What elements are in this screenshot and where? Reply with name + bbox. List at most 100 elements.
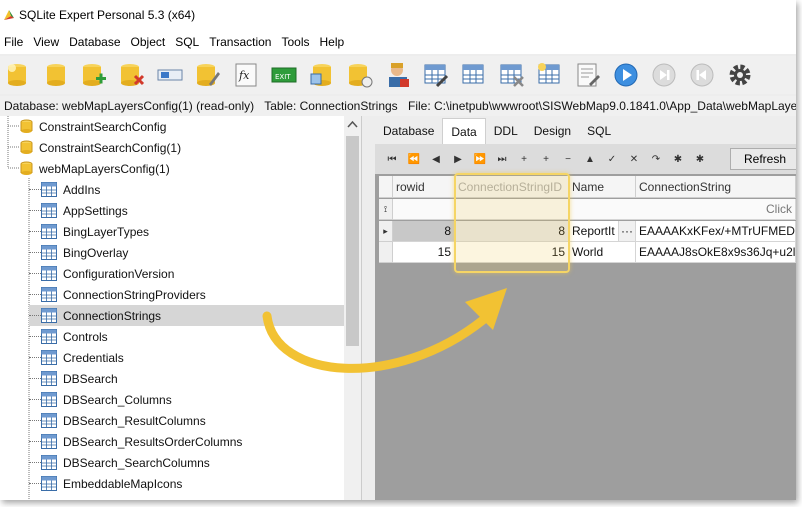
- import-icon[interactable]: [308, 61, 336, 89]
- database-icon: [20, 140, 33, 154]
- tree-table-bingoverlay[interactable]: BingOverlay: [29, 242, 344, 263]
- previous-icon[interactable]: [688, 61, 716, 89]
- cell-rowid[interactable]: 15: [393, 242, 455, 263]
- edit-icon[interactable]: [194, 61, 222, 89]
- tree-table-label: AppSettings: [63, 203, 128, 218]
- new-database-icon[interactable]: [4, 61, 32, 89]
- cell-connectionstring[interactable]: EAAAAKxKFex/+MTrUFMEDFh: [636, 221, 796, 242]
- next-page-button[interactable]: ⏩: [469, 154, 491, 165]
- bookmark-button[interactable]: ✱: [667, 154, 689, 165]
- menu-help[interactable]: Help: [314, 35, 349, 49]
- settings-icon[interactable]: [726, 61, 754, 89]
- menu-bar: File View Database Object SQL Transactio…: [0, 30, 796, 54]
- next-icon[interactable]: [650, 61, 678, 89]
- table-icon: [41, 476, 57, 491]
- cancel-edit-button[interactable]: ✕: [623, 154, 645, 165]
- delete-record-button[interactable]: −: [557, 154, 579, 165]
- tree-table-label: EmbeddableMapIcons: [63, 476, 183, 491]
- tree-table-dbsearch-resultcolumns[interactable]: DBSearch_ResultColumns: [29, 410, 344, 431]
- attach-database-icon[interactable]: [80, 61, 108, 89]
- tab-sql[interactable]: SQL: [579, 118, 619, 144]
- tree-table-label: ConnectionStrings: [63, 308, 162, 323]
- column-header-name[interactable]: Name: [569, 176, 636, 198]
- scroll-up-icon[interactable]: [344, 116, 361, 132]
- tab-design[interactable]: Design: [526, 118, 579, 144]
- first-record-button[interactable]: ⏮: [381, 154, 403, 165]
- table-icon: [41, 455, 57, 470]
- new-table-icon[interactable]: [460, 61, 488, 89]
- table-icon: [41, 413, 57, 428]
- editor-tabs: Database Data DDL Design SQL: [375, 116, 796, 144]
- tree-table-appsettings[interactable]: AppSettings: [29, 200, 344, 221]
- cell-connectionstring[interactable]: EAAAAJ8sOkE8x9s36Jq+u2lypt: [636, 242, 796, 263]
- row-header: [379, 242, 393, 263]
- menu-tools[interactable]: Tools: [276, 35, 314, 49]
- prior-record-button[interactable]: ◀: [425, 154, 447, 165]
- cell-name[interactable]: ReportIt: [569, 221, 619, 242]
- exit-icon[interactable]: EXIT: [270, 61, 298, 89]
- tree-table-dbsearch-resultsordercolumns[interactable]: DBSearch_ResultsOrderColumns: [29, 431, 344, 452]
- ellipsis-button[interactable]: ···: [619, 221, 636, 242]
- tree-table-label: ConfigurationVersion: [63, 266, 175, 281]
- append-record-button[interactable]: +: [535, 154, 557, 165]
- post-edit-button[interactable]: ✓: [601, 154, 623, 165]
- cell-rowid[interactable]: 8: [393, 221, 455, 242]
- tab-database[interactable]: Database: [375, 118, 442, 144]
- filter-button[interactable]: ✱: [689, 154, 711, 165]
- insert-record-button[interactable]: +: [513, 154, 535, 165]
- tree-db-constraintsearchconfig[interactable]: ConstraintSearchConfig: [20, 116, 166, 137]
- info-bar: Database: webMapLayersConfig(1) (read-on…: [0, 96, 796, 116]
- svg-text:fx: fx: [238, 69, 250, 82]
- next-record-button[interactable]: ▶: [447, 154, 469, 165]
- last-record-button[interactable]: ⏭: [491, 154, 513, 165]
- tab-ddl[interactable]: DDL: [486, 118, 526, 144]
- column-highlight: [454, 173, 570, 273]
- user-icon[interactable]: [384, 61, 412, 89]
- prior-page-button[interactable]: ⏪: [403, 154, 425, 165]
- detach-database-icon[interactable]: [118, 61, 146, 89]
- export-icon[interactable]: [346, 61, 374, 89]
- open-database-icon[interactable]: [42, 61, 70, 89]
- tree-table-label: BingOverlay: [63, 245, 129, 260]
- tree-table-label: DBSearch_ResultColumns: [63, 413, 206, 428]
- table-icon: [41, 245, 57, 260]
- tab-data[interactable]: Data: [442, 118, 486, 144]
- design-table-icon[interactable]: [422, 61, 450, 89]
- play-icon[interactable]: [612, 61, 640, 89]
- table-icon: [41, 371, 57, 386]
- delete-table-icon[interactable]: [498, 61, 526, 89]
- toolbar: fx EXIT: [0, 56, 796, 94]
- table-icon: [41, 224, 57, 239]
- table-info: Table: ConnectionStrings: [264, 99, 398, 113]
- menu-object[interactable]: Object: [126, 35, 171, 49]
- table-icon: [41, 392, 57, 407]
- tree-db-webmaplayersconfig-1[interactable]: webMapLayersConfig(1): [20, 158, 170, 179]
- table-icon: [41, 434, 57, 449]
- column-header-connectionstring[interactable]: ConnectionString: [636, 176, 796, 198]
- menu-transaction[interactable]: Transaction: [204, 35, 276, 49]
- table-icon: [41, 266, 57, 281]
- rename-icon[interactable]: [156, 61, 184, 89]
- tree-db-constraintsearchconfig-1[interactable]: ConstraintSearchConfig(1): [20, 137, 181, 158]
- function-icon[interactable]: fx: [232, 61, 260, 89]
- menu-database[interactable]: Database: [64, 35, 125, 49]
- column-header-rowid[interactable]: rowid: [393, 176, 455, 198]
- tree-table-embeddablemapicons[interactable]: EmbeddableMapIcons: [29, 473, 344, 494]
- tree-table-label: DBSearch_SearchColumns: [63, 455, 210, 470]
- edit-record-button[interactable]: ▲: [579, 154, 601, 165]
- menu-file[interactable]: File: [0, 35, 28, 49]
- refresh-record-button[interactable]: ↷: [645, 154, 667, 165]
- menu-sql[interactable]: SQL: [170, 35, 204, 49]
- tree-table-binglayertypes[interactable]: BingLayerTypes: [29, 221, 344, 242]
- tree-db-label: ConstraintSearchConfig: [39, 119, 167, 134]
- app-logo-icon: [4, 10, 14, 20]
- cell-name[interactable]: World: [569, 242, 636, 263]
- tree-table-dbsearch-searchcolumns[interactable]: DBSearch_SearchColumns: [29, 452, 344, 473]
- menu-view[interactable]: View: [28, 35, 64, 49]
- new-view-icon[interactable]: [536, 61, 564, 89]
- tree-table-label: Credentials: [63, 350, 124, 365]
- script-icon[interactable]: [574, 61, 602, 89]
- refresh-button[interactable]: Refresh: [730, 148, 796, 170]
- tree-table-addins[interactable]: AddIns: [29, 179, 344, 200]
- tree-table-label: Controls: [63, 329, 108, 344]
